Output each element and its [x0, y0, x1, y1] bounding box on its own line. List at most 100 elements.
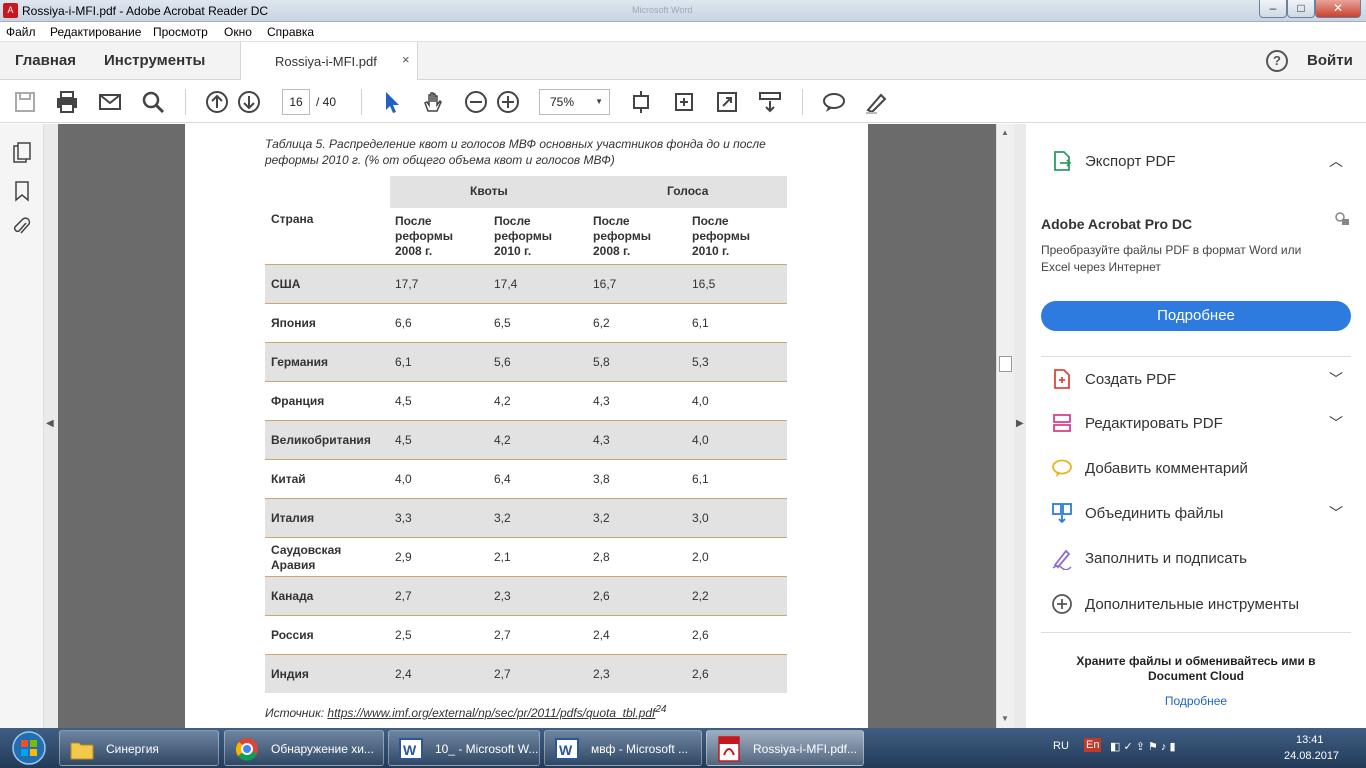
vertical-scrollbar[interactable]: ▲ ▼: [996, 124, 1014, 728]
table-row: Саудовская Аравия 2,9 2,1 2,8 2,0: [265, 537, 787, 576]
tab-document[interactable]: Rossiya-i-MFI.pdf ×: [240, 42, 418, 80]
rotate-icon[interactable]: [671, 89, 697, 115]
tool-item[interactable]: Объединить файлы ﹀: [1026, 495, 1366, 531]
value-cell: 2,7: [395, 589, 412, 603]
zoom-out-icon[interactable]: [463, 89, 489, 115]
tool-label: Дополнительные инструменты: [1085, 596, 1300, 613]
header-votes: Голоса: [667, 184, 709, 198]
scroll-thumb[interactable]: [999, 356, 1012, 372]
source-footnote: 24: [655, 704, 667, 715]
export-pdf-icon: [1054, 151, 1072, 171]
clock-time[interactable]: 13:41: [1296, 734, 1324, 746]
country-cell: Франция: [271, 394, 325, 408]
table-row: Великобритания 4,5 4,2 4,3 4,0: [265, 420, 787, 459]
chevron-up-icon[interactable]: ︿: [1329, 151, 1343, 171]
page-number-input[interactable]: 16: [282, 89, 310, 115]
tool-label: Добавить комментарий: [1085, 460, 1248, 477]
signin-button[interactable]: Войти: [1307, 52, 1353, 69]
attachments-icon[interactable]: [12, 216, 32, 238]
highlight-pen-icon[interactable]: [863, 89, 889, 115]
scroll-mode-icon[interactable]: [757, 89, 783, 115]
tool-label: Редактировать PDF: [1085, 415, 1223, 432]
close-tab-icon[interactable]: ×: [402, 52, 410, 67]
source-label: Источник:: [265, 706, 328, 720]
chevron-down-icon[interactable]: ﹀: [1329, 503, 1343, 523]
country-cell: Германия: [271, 355, 329, 369]
language-indicator[interactable]: RU: [1053, 740, 1069, 752]
document-cloud-link[interactable]: Подробнее: [1026, 694, 1366, 708]
bookmarks-icon[interactable]: [12, 180, 32, 202]
export-pdf-header[interactable]: Экспорт PDF ︿: [1026, 143, 1366, 179]
menu-window[interactable]: Окно: [224, 25, 252, 39]
chevron-down-icon[interactable]: ﹀: [1329, 369, 1343, 389]
hand-tool-icon[interactable]: [420, 89, 446, 115]
table-caption: Таблица 5. Распределение квот и голосов …: [265, 137, 766, 167]
menu-file[interactable]: Файл: [6, 25, 36, 39]
table-row: Франция 4,5 4,2 4,3 4,0: [265, 381, 787, 420]
scroll-up-icon[interactable]: ▲: [1001, 128, 1009, 137]
start-button[interactable]: [4, 730, 54, 766]
country-cell: Япония: [271, 316, 316, 330]
taskbar-item[interactable]: W 10_ - Microsoft W...: [388, 730, 540, 766]
export-pdf-label: Экспорт PDF: [1085, 153, 1176, 170]
tab-tools[interactable]: Инструменты: [104, 52, 205, 69]
tool-item[interactable]: Создать PDF ﹀: [1026, 361, 1366, 397]
help-icon[interactable]: ?: [1266, 50, 1288, 72]
tool-item[interactable]: Дополнительные инструменты: [1026, 586, 1366, 622]
tool-item[interactable]: Редактировать PDF ﹀: [1026, 405, 1366, 441]
previous-page-icon[interactable]: [204, 89, 230, 115]
table-row: Канада 2,7 2,3 2,6 2,2: [265, 576, 787, 615]
scroll-down-icon[interactable]: ▼: [1001, 714, 1009, 723]
country-cell: США: [271, 277, 301, 291]
zoom-in-icon[interactable]: [495, 89, 521, 115]
value-cell: 4,3: [593, 433, 610, 447]
value-cell: 2,7: [494, 667, 511, 681]
comment-icon[interactable]: [821, 89, 847, 115]
next-page-icon[interactable]: [236, 89, 262, 115]
taskbar-item[interactable]: Обнаружение хи...: [224, 730, 384, 766]
menu-bar: Файл Редактирование Просмотр Окно Справк…: [0, 22, 1366, 42]
tab-home[interactable]: Главная: [15, 52, 76, 69]
page-thumbnails-icon[interactable]: [12, 142, 32, 164]
header-vote-2010: После реформы 2010 г.: [692, 214, 750, 258]
clock-date[interactable]: 24.08.2017: [1284, 750, 1339, 762]
table-row: Индия 2,4 2,7 2,3 2,6: [265, 654, 787, 693]
fit-page-icon[interactable]: [628, 89, 654, 115]
save-icon[interactable]: [12, 89, 38, 115]
taskbar-item[interactable]: Rossiya-i-MFI.pdf...: [706, 730, 864, 766]
tool-item[interactable]: Заполнить и подписать: [1026, 540, 1366, 576]
collapse-left-pane[interactable]: ◀: [44, 124, 58, 728]
chevron-down-icon[interactable]: ﹀: [1329, 413, 1343, 433]
collapse-right-pane[interactable]: ▶: [1014, 124, 1026, 728]
taskbar-item[interactable]: Wмвф - Microsoft ...: [544, 730, 702, 766]
value-cell: 4,5: [395, 433, 412, 447]
menu-edit[interactable]: Редактирование: [50, 25, 141, 39]
minimize-button[interactable]: –: [1259, 0, 1287, 18]
email-icon[interactable]: [97, 89, 123, 115]
country-cell: Великобритания: [271, 433, 371, 447]
close-window-button[interactable]: ✕: [1315, 0, 1361, 18]
document-viewport[interactable]: Таблица 5. Распределение квот и голосов …: [58, 124, 996, 728]
full-screen-icon[interactable]: [714, 89, 740, 115]
tab-document-label: Rossiya-i-MFI.pdf: [275, 54, 377, 69]
table-row: Япония 6,6 6,5 6,2 6,1: [265, 303, 787, 342]
value-cell: 3,2: [494, 511, 511, 525]
combine-files-icon: [1052, 503, 1072, 524]
source-link[interactable]: https://www.imf.org/external/np/sec/pr/2…: [327, 706, 655, 720]
search-icon[interactable]: [140, 89, 166, 115]
tray-icons[interactable]: ◧ ✓ ⇪ ⚑ ♪ ▮: [1110, 740, 1176, 753]
print-icon[interactable]: [54, 89, 80, 115]
input-lang-badge[interactable]: En: [1084, 738, 1102, 752]
menu-help[interactable]: Справка: [267, 25, 314, 39]
select-cursor-icon[interactable]: [378, 89, 404, 115]
zoom-select[interactable]: 75% ▼: [539, 89, 610, 115]
tool-item[interactable]: Добавить комментарий: [1026, 450, 1366, 486]
header-vote-2008: После реформы 2008 г.: [593, 214, 651, 258]
cloud-settings-icon[interactable]: [1334, 211, 1350, 227]
taskbar-item[interactable]: Синергия: [59, 730, 219, 766]
maximize-button[interactable]: □: [1287, 0, 1315, 18]
menu-view[interactable]: Просмотр: [153, 25, 208, 39]
learn-more-button[interactable]: Подробнее: [1041, 301, 1351, 331]
source-note: Источник: https://www.imf.org/external/n…: [265, 704, 667, 720]
value-cell: 17,4: [494, 277, 518, 291]
